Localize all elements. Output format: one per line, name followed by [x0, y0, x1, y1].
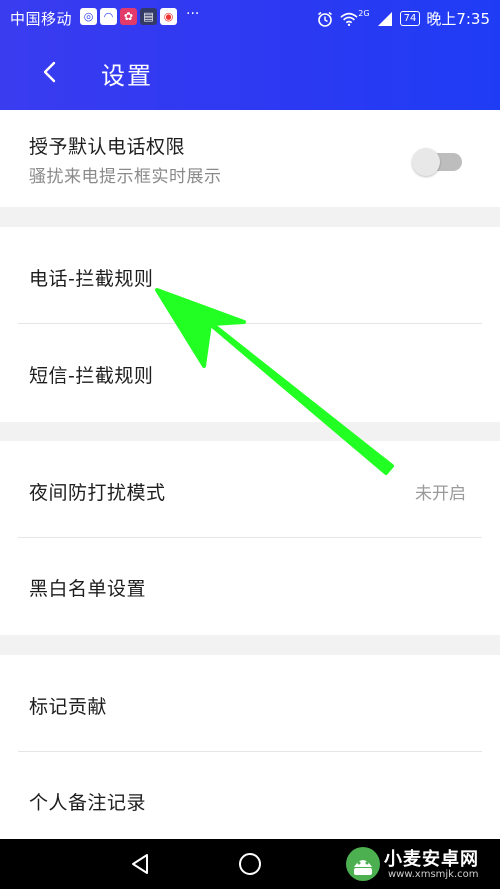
grant-default-phone-label: 授予默认电话权限 — [29, 136, 186, 158]
phone-block-rules-label: 电话-拦截规则 — [29, 268, 154, 290]
wifi-icon — [340, 12, 358, 26]
game-icon: ✿ — [120, 8, 137, 25]
watermark-url: www.xmsmjk.com — [388, 869, 479, 880]
block-rules-section: 电话-拦截规则 短信-拦截规则 — [0, 227, 500, 422]
browser-icon: ◎ — [80, 8, 97, 25]
battery-level: 74 — [403, 12, 417, 24]
android-logo-icon — [346, 847, 380, 881]
notification-icons: ◎ ◠ ✿ ▤ ◉ — [80, 8, 177, 25]
permission-section: 授予默认电话权限 骚扰来电提示框实时展示 — [0, 110, 500, 207]
page-title: 设置 — [101, 62, 153, 90]
protection-section: 夜间防打扰模式 未开启 黑白名单设置 — [0, 441, 500, 635]
alarm-icon — [318, 11, 333, 27]
signal-icon — [377, 11, 392, 26]
personal-notes-label: 个人备注记录 — [29, 792, 147, 814]
sms-block-rules-label: 短信-拦截规则 — [29, 365, 154, 387]
network-type: 2G — [358, 9, 370, 18]
mark-contribution-row[interactable]: 标记贡献 — [0, 655, 500, 752]
clock: 晚上7:35 — [426, 10, 490, 28]
watermark-title: 小麦安卓网 — [384, 849, 479, 870]
circle-home-icon[interactable] — [235, 849, 265, 879]
system-nav-bar: 小麦安卓网 www.xmsmjk.com — [0, 839, 500, 889]
more-notifications-icon: ··· — [186, 6, 200, 22]
title-bar: 设置 — [0, 34, 500, 110]
chevron-left-icon[interactable] — [30, 50, 74, 94]
grant-default-phone-toggle[interactable] — [412, 148, 462, 176]
grant-default-phone-row[interactable]: 授予默认电话权限 骚扰来电提示框实时展示 — [0, 110, 500, 207]
carrier-name: 中国移动 — [10, 10, 73, 28]
battery-icon: 74 — [399, 11, 421, 26]
black-white-list-label: 黑白名单设置 — [29, 578, 147, 600]
mark-contribution-label: 标记贡献 — [29, 696, 108, 718]
system-status: 2G 74 晚上7:35 — [316, 8, 490, 29]
sms-block-rules-row[interactable]: 短信-拦截规则 — [0, 324, 500, 422]
media-icon: ▤ — [140, 8, 157, 25]
night-dnd-label: 夜间防打扰模式 — [29, 482, 166, 504]
records-section: 标记贡献 个人备注记录 — [0, 655, 500, 839]
night-dnd-status: 未开启 — [415, 484, 466, 504]
toggle-knob — [412, 148, 440, 176]
phone-block-rules-row[interactable]: 电话-拦截规则 — [0, 227, 500, 324]
chat-icon: ◠ — [100, 8, 117, 25]
black-white-list-row[interactable]: 黑白名单设置 — [0, 538, 500, 635]
app-header: 中国移动 ◎ ◠ ✿ ▤ ◉ ··· 2G 74 晚上7:35 设置 — [0, 0, 500, 110]
status-bar: 中国移动 ◎ ◠ ✿ ▤ ◉ ··· 2G 74 晚上7:35 — [0, 0, 500, 34]
grant-default-phone-desc: 骚扰来电提示框实时展示 — [29, 167, 222, 187]
site-watermark: 小麦安卓网 www.xmsmjk.com — [344, 841, 494, 887]
personal-notes-row[interactable]: 个人备注记录 — [0, 752, 500, 839]
night-dnd-row[interactable]: 夜间防打扰模式 未开启 — [0, 441, 500, 538]
triangle-back-icon[interactable] — [125, 849, 155, 879]
weibo-icon: ◉ — [160, 8, 177, 25]
